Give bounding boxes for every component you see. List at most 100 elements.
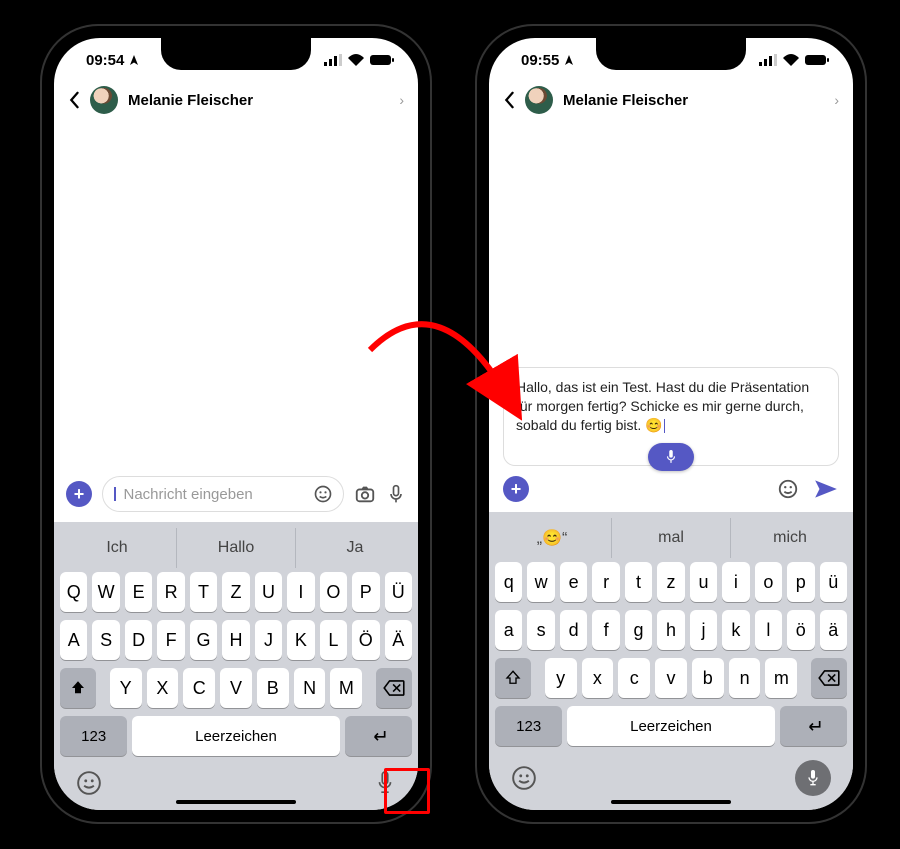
avatar[interactable] [90, 86, 118, 114]
key-x[interactable]: x [582, 658, 614, 698]
location-icon [128, 54, 140, 66]
key-q[interactable]: q [495, 562, 522, 602]
key-b[interactable]: B [257, 668, 289, 708]
key-z[interactable]: Z [222, 572, 249, 612]
dictation-icon[interactable] [795, 760, 831, 796]
key-k[interactable]: K [287, 620, 314, 660]
key-y[interactable]: y [545, 658, 577, 698]
key-f[interactable]: F [157, 620, 184, 660]
dictation-icon[interactable] [374, 770, 396, 796]
key-j[interactable]: J [255, 620, 282, 660]
space-key[interactable]: Leerzeichen [567, 706, 774, 746]
key-p[interactable]: p [787, 562, 814, 602]
key-i[interactable]: i [722, 562, 749, 602]
key-r[interactable]: r [592, 562, 619, 602]
mic-icon[interactable] [386, 483, 406, 505]
suggestion-1[interactable]: Ich [58, 528, 176, 568]
key-p[interactable]: P [352, 572, 379, 612]
contact-name[interactable]: Melanie Fleischer [128, 92, 389, 109]
dictation-pill[interactable] [648, 443, 694, 471]
key-u[interactable]: U [255, 572, 282, 612]
shift-key[interactable] [495, 658, 531, 698]
space-key[interactable]: Leerzeichen [132, 716, 339, 756]
key-x[interactable]: X [147, 668, 179, 708]
message-input[interactable]: Nachricht eingeben [102, 476, 344, 512]
key-m[interactable]: m [765, 658, 797, 698]
suggestion-2[interactable]: mal [611, 518, 730, 558]
key-s[interactable]: S [92, 620, 119, 660]
key-d[interactable]: D [125, 620, 152, 660]
key-c[interactable]: c [618, 658, 650, 698]
emoji-keyboard-icon[interactable] [76, 770, 102, 796]
key-g[interactable]: G [190, 620, 217, 660]
numbers-key[interactable]: 123 [495, 706, 562, 746]
key-w[interactable]: W [92, 572, 119, 612]
back-icon[interactable] [68, 91, 80, 109]
suggestion-3[interactable]: mich [730, 518, 849, 558]
key-l[interactable]: L [320, 620, 347, 660]
key-h[interactable]: h [657, 610, 684, 650]
plus-button[interactable]: + [66, 481, 92, 507]
key-i[interactable]: I [287, 572, 314, 612]
key-h[interactable]: H [222, 620, 249, 660]
key-m[interactable]: M [330, 668, 362, 708]
camera-icon[interactable] [354, 483, 376, 505]
key-ü[interactable]: ü [820, 562, 847, 602]
plus-button[interactable]: + [503, 476, 529, 502]
home-indicator[interactable] [176, 800, 296, 804]
key-z[interactable]: z [657, 562, 684, 602]
key-ü[interactable]: Ü [385, 572, 412, 612]
message-placeholder: Nachricht eingeben [124, 486, 306, 503]
key-v[interactable]: V [220, 668, 252, 708]
key-w[interactable]: w [527, 562, 554, 602]
backspace-key[interactable] [811, 658, 847, 698]
suggestion-2[interactable]: Hallo [176, 528, 295, 568]
chevron-right-icon[interactable]: › [399, 92, 404, 108]
key-e[interactable]: E [125, 572, 152, 612]
backspace-key[interactable] [376, 668, 412, 708]
key-o[interactable]: o [755, 562, 782, 602]
key-a[interactable]: A [60, 620, 87, 660]
key-j[interactable]: j [690, 610, 717, 650]
key-n[interactable]: N [294, 668, 326, 708]
key-e[interactable]: e [560, 562, 587, 602]
key-t[interactable]: t [625, 562, 652, 602]
key-r[interactable]: R [157, 572, 184, 612]
emoji-keyboard-icon[interactable] [511, 765, 537, 791]
draft-bubble[interactable]: Hallo, das ist ein Test. Hast du die Prä… [503, 367, 839, 466]
back-icon[interactable] [503, 91, 515, 109]
contact-name[interactable]: Melanie Fleischer [563, 92, 824, 109]
key-ä[interactable]: ä [820, 610, 847, 650]
key-ö[interactable]: ö [787, 610, 814, 650]
key-n[interactable]: n [729, 658, 761, 698]
key-d[interactable]: d [560, 610, 587, 650]
key-k[interactable]: k [722, 610, 749, 650]
shift-key[interactable] [60, 668, 96, 708]
key-u[interactable]: u [690, 562, 717, 602]
key-l[interactable]: l [755, 610, 782, 650]
key-ö[interactable]: Ö [352, 620, 379, 660]
emoji-icon[interactable] [313, 484, 333, 504]
emoji-icon[interactable] [777, 478, 799, 500]
key-ä[interactable]: Ä [385, 620, 412, 660]
key-g[interactable]: g [625, 610, 652, 650]
return-key[interactable] [780, 706, 847, 746]
key-o[interactable]: O [320, 572, 347, 612]
home-indicator[interactable] [611, 800, 731, 804]
suggestion-1[interactable]: „😊“ [493, 518, 611, 558]
key-c[interactable]: C [183, 668, 215, 708]
avatar[interactable] [525, 86, 553, 114]
key-a[interactable]: a [495, 610, 522, 650]
key-q[interactable]: Q [60, 572, 87, 612]
numbers-key[interactable]: 123 [60, 716, 127, 756]
key-s[interactable]: s [527, 610, 554, 650]
send-icon[interactable] [813, 478, 839, 500]
key-b[interactable]: b [692, 658, 724, 698]
key-f[interactable]: f [592, 610, 619, 650]
chevron-right-icon[interactable]: › [834, 92, 839, 108]
key-y[interactable]: Y [110, 668, 142, 708]
key-v[interactable]: v [655, 658, 687, 698]
suggestion-3[interactable]: Ja [295, 528, 414, 568]
return-key[interactable] [345, 716, 412, 756]
key-t[interactable]: T [190, 572, 217, 612]
